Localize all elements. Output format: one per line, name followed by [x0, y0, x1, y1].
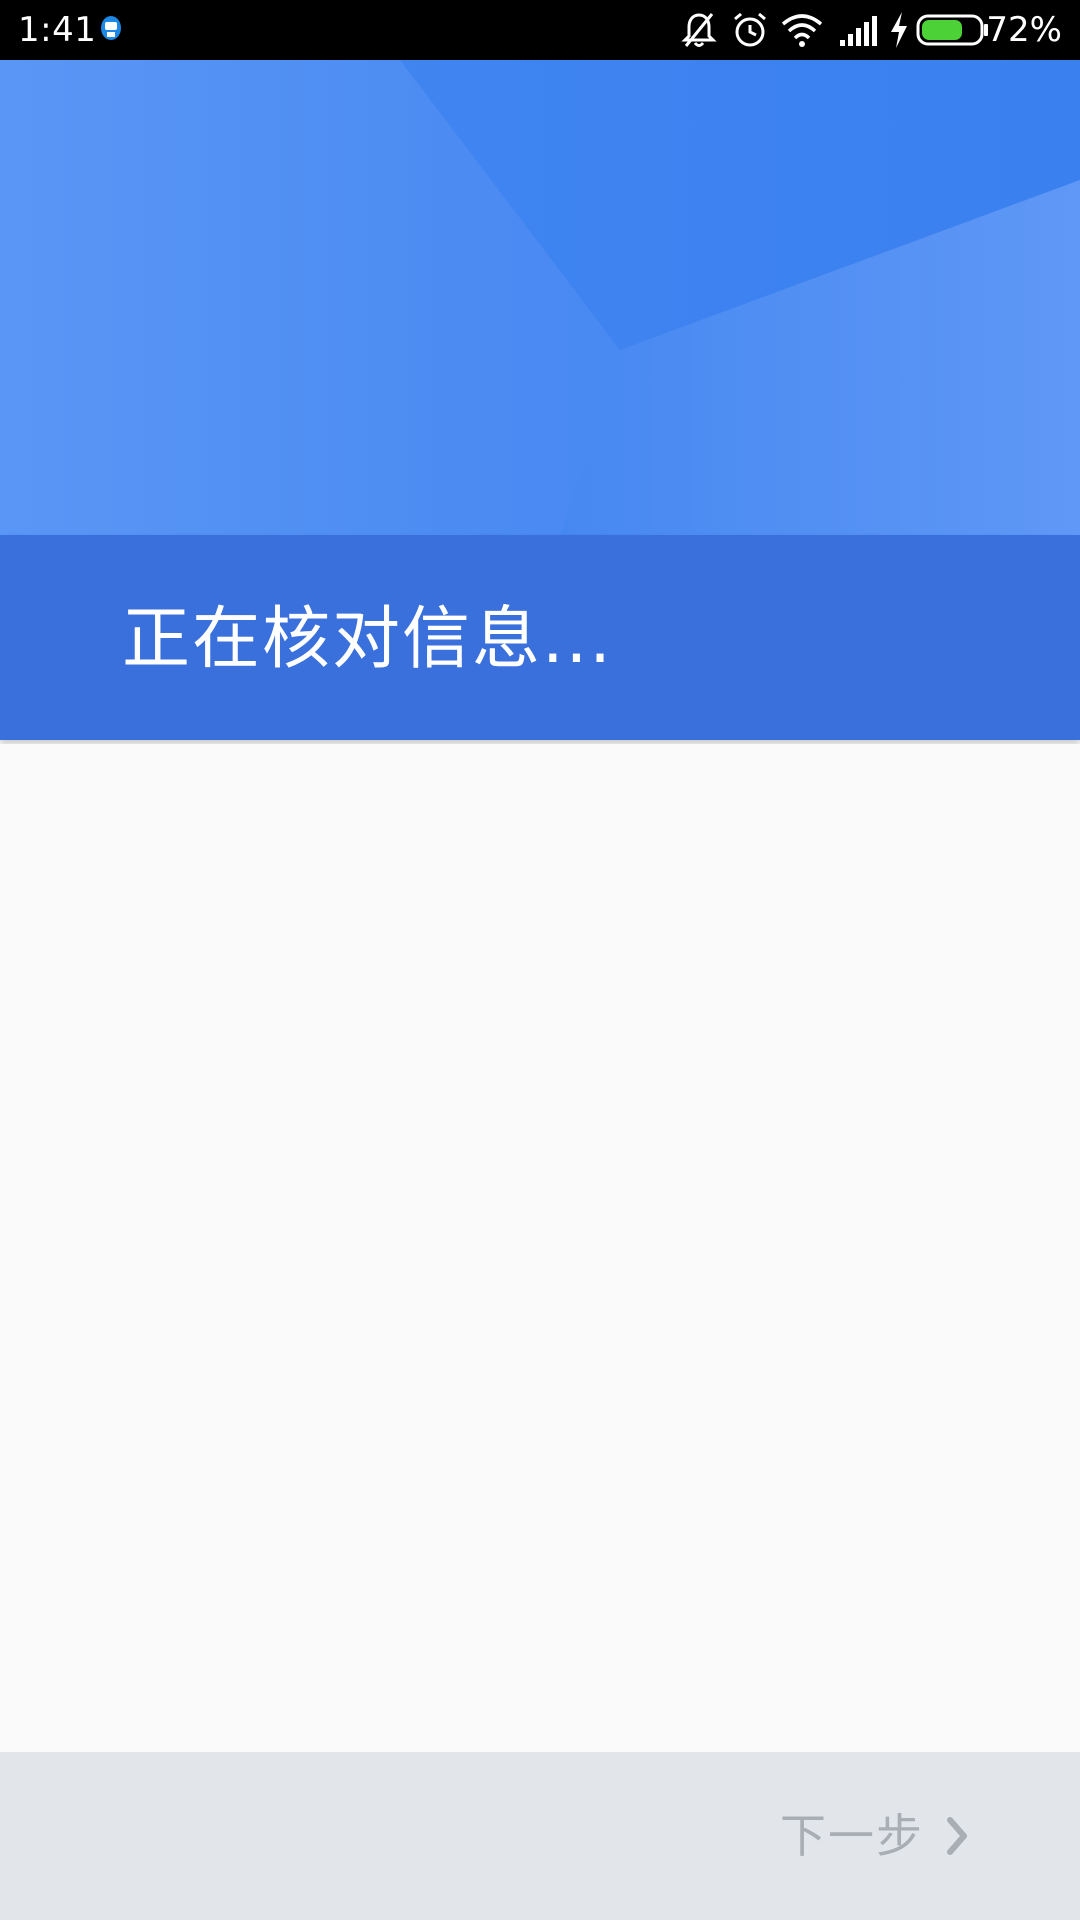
status-bar: 1:41 72%: [0, 0, 1080, 60]
next-button[interactable]: 下一步: [780, 1806, 970, 1866]
alarm-icon: [734, 12, 766, 47]
signal-icon: [840, 16, 877, 46]
screen: 1:41 72% 正在核对信息... 下一步: [0, 0, 1080, 1920]
status-time: 1:41: [18, 10, 97, 50]
content-area: [0, 744, 1080, 1752]
notification-icon: [101, 16, 121, 40]
next-button-label: 下一步: [780, 1809, 924, 1863]
header-hero: [0, 60, 1080, 535]
chevron-right-icon: [947, 1817, 967, 1855]
battery-percent: 72%: [986, 10, 1062, 50]
charging-icon: [891, 12, 907, 48]
header-hero-pattern: [0, 60, 1080, 535]
battery-icon: [916, 14, 988, 46]
wifi-icon: [781, 14, 823, 47]
mute-bell-icon: [681, 13, 717, 47]
page-title: 正在核对信息...: [122, 600, 613, 679]
bottom-bar: 下一步: [0, 1752, 1080, 1920]
